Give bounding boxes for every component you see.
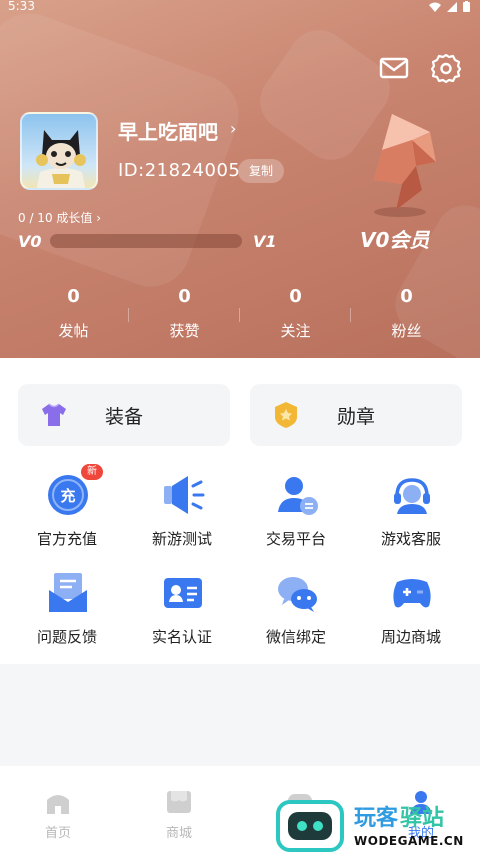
grid-item-label: 新游测试: [151, 530, 212, 548]
gamepad-icon: [389, 570, 435, 616]
stat-value: 0: [178, 286, 191, 307]
stats-row: 0 发帖 0 获赞 0 关注 0 粉丝: [0, 286, 480, 346]
growth-progress-bar: [50, 234, 242, 248]
status-time: 5:33: [8, 0, 35, 13]
grid-item-new-game-test[interactable]: 新游测试: [126, 472, 238, 562]
store-icon: [165, 788, 193, 816]
grid-item-customer-service[interactable]: 游戏客服: [355, 472, 467, 562]
id-card-icon: [160, 570, 206, 616]
watermark-title: 玩客: [354, 806, 399, 831]
grid-item-label: 游戏客服: [380, 530, 441, 548]
grid-item-wechat-bind[interactable]: 微信绑定: [240, 570, 352, 660]
equipment-label: 装备: [104, 406, 143, 428]
stat-label: 发帖: [58, 322, 89, 340]
watermark-title: 驿站: [400, 806, 445, 831]
stat-value: 0: [400, 286, 413, 307]
nav-label: 首页: [44, 826, 71, 841]
stat-value: 0: [289, 286, 302, 307]
svg-text:充: 充: [60, 487, 75, 505]
grid-item-label: 实名认证: [151, 628, 212, 646]
stat-label: 关注: [280, 322, 311, 340]
stat-posts[interactable]: 0 发帖: [18, 286, 129, 346]
grid-item-label: 问题反馈: [36, 628, 97, 646]
vip-label: V0会员: [360, 228, 430, 252]
equipment-card[interactable]: 装备: [18, 384, 230, 446]
trade-user-icon: [274, 472, 320, 518]
grid-item-merch-store[interactable]: 周边商城: [355, 570, 467, 660]
medal-card[interactable]: 勋章: [250, 384, 462, 446]
chevron-right-icon[interactable]: ›: [230, 119, 236, 138]
stat-value: 0: [67, 286, 80, 307]
stat-fans[interactable]: 0 粉丝: [351, 286, 462, 346]
settings-icon[interactable]: [430, 52, 462, 84]
stat-label: 获赞: [169, 322, 200, 340]
home-icon: [44, 788, 72, 816]
grid-item-label: 交易平台: [265, 530, 326, 548]
nav-store[interactable]: 商城: [139, 788, 219, 841]
level-next: V1: [253, 232, 277, 251]
profile-header: 5:33 早上吃面吧 › ID:21824005 复制 0 / 10 成长值 ›…: [0, 0, 480, 358]
status-bar: 5:33: [0, 0, 480, 14]
wechat-icon: [274, 570, 320, 616]
copy-id-button[interactable]: 复制: [238, 159, 284, 183]
growth-value-text: 0 / 10 成长值: [18, 211, 93, 225]
stat-likes[interactable]: 0 获赞: [129, 286, 240, 346]
grid-item-label: 周边商城: [380, 628, 441, 646]
username[interactable]: 早上吃面吧: [118, 116, 218, 145]
megaphone-icon: [160, 472, 206, 518]
growth-value[interactable]: 0 / 10 成长值 ›: [18, 209, 101, 226]
menu-section: 装备 勋章 充 新 官方充值 新游测试 交易平台 游戏客服 问题反馈 实名认证 …: [0, 358, 480, 664]
feedback-envelope-icon: [45, 570, 91, 616]
grid-item-recharge[interactable]: 充 新 官方充值: [11, 464, 123, 562]
nav-label: 商城: [165, 826, 192, 841]
grid-item-feedback[interactable]: 问题反馈: [11, 570, 123, 660]
mail-icon[interactable]: [378, 52, 410, 84]
watermark-robot-icon: [276, 800, 344, 852]
signal-icon: [447, 1, 457, 15]
headset-icon: [389, 472, 435, 518]
watermark: 玩客 驿站 WODEGAME.CN: [276, 800, 476, 856]
nav-home[interactable]: 首页: [18, 788, 98, 841]
wifi-icon: [429, 1, 441, 15]
chevron-right-icon: ›: [96, 211, 102, 225]
status-icons: [429, 1, 470, 15]
grid-item-trade-platform[interactable]: 交易平台: [240, 472, 352, 562]
avatar[interactable]: [20, 112, 98, 190]
grid-item-real-name[interactable]: 实名认证: [126, 570, 238, 660]
battery-icon: [463, 1, 470, 15]
grid-item-label: 官方充值: [36, 530, 97, 548]
stat-following[interactable]: 0 关注: [240, 286, 351, 346]
vip-badge-icon[interactable]: [352, 110, 448, 220]
user-id: ID:21824005: [118, 160, 241, 181]
grid-item-label: 微信绑定: [265, 628, 326, 646]
watermark-url: WODEGAME.CN: [354, 834, 464, 848]
stat-label: 粉丝: [391, 322, 422, 340]
new-badge: 新: [81, 464, 103, 480]
level-current: V0: [18, 232, 42, 251]
medal-label: 勋章: [336, 406, 375, 428]
